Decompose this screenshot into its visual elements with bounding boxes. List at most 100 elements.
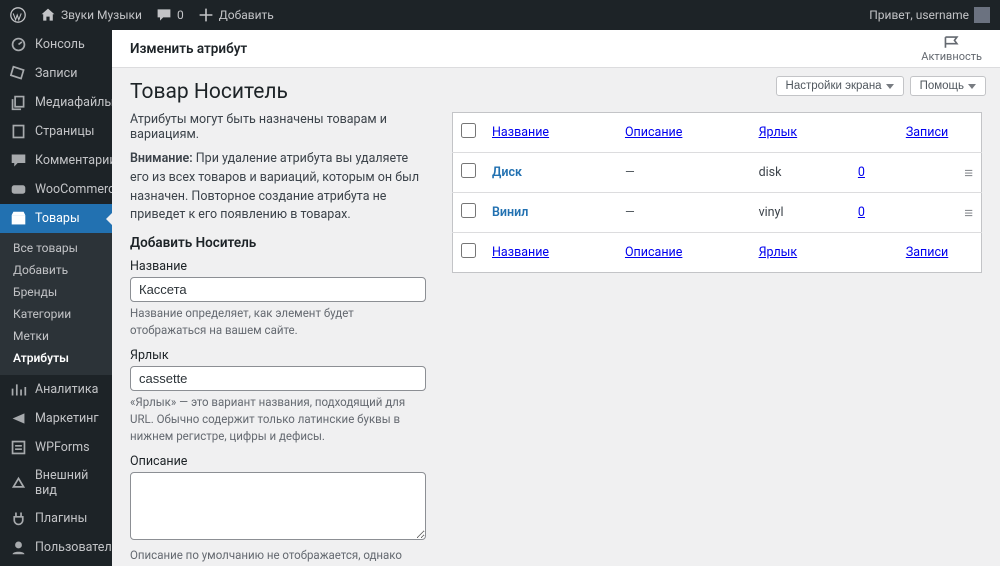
- admin-topbar: Звуки Музыки 0 Добавить Привет, username: [0, 0, 1000, 30]
- sidebar-item-pages[interactable]: Страницы: [0, 117, 112, 146]
- select-all-bottom[interactable]: [461, 243, 476, 258]
- table-row: Винил — vinyl 0 ≡: [453, 193, 982, 233]
- warning-text: Внимание: При удаление атрибута вы удаля…: [130, 150, 426, 225]
- col-name[interactable]: Название: [492, 245, 549, 260]
- avatar: [974, 7, 990, 23]
- slug-input[interactable]: [130, 366, 426, 391]
- col-posts[interactable]: Записи: [906, 125, 948, 140]
- left-column: Атрибуты могут быть назначены товарам и …: [130, 112, 426, 566]
- help-button[interactable]: Помощь: [910, 76, 986, 96]
- page-header-bar: Изменить атрибут Активность: [112, 30, 1000, 68]
- screen-meta-tabs: Настройки экрана Помощь: [776, 76, 986, 96]
- submenu-add[interactable]: Добавить: [0, 259, 112, 281]
- row-name-link[interactable]: Диск: [492, 165, 522, 180]
- home-icon: [40, 7, 56, 23]
- sidebar-item-analytics[interactable]: Аналитика: [0, 375, 112, 404]
- sidebar-item-label: Страницы: [35, 124, 95, 139]
- add-section-title: Добавить Носитель: [130, 235, 426, 251]
- sidebar-item-label: Пользователи: [35, 540, 112, 555]
- site-link[interactable]: Звуки Музыки: [40, 7, 142, 23]
- sidebar-item-comments[interactable]: Комментарии: [0, 146, 112, 175]
- reorder-handle[interactable]: ≡: [956, 193, 981, 233]
- col-posts[interactable]: Записи: [906, 245, 948, 260]
- sidebar-item-products[interactable]: Товары: [0, 204, 112, 233]
- sidebar-item-users[interactable]: Пользователи: [0, 533, 112, 562]
- col-desc[interactable]: Описание: [625, 125, 682, 140]
- screen-options-button[interactable]: Настройки экрана: [776, 76, 904, 96]
- name-input[interactable]: [130, 277, 426, 302]
- sidebar-item-posts[interactable]: Записи: [0, 59, 112, 88]
- sidebar-item-label: WooCommerce: [35, 182, 112, 197]
- page-title: Товар Носитель: [130, 80, 288, 104]
- sidebar-item-marketing[interactable]: Маркетинг: [0, 404, 112, 433]
- admin-sidebar: Консоль Записи Медиафайлы Страницы Комме…: [0, 30, 112, 566]
- account-link[interactable]: Привет, username: [869, 7, 990, 23]
- activity-label: Активность: [921, 51, 982, 62]
- sidebar-item-label: Консоль: [35, 37, 85, 52]
- col-desc[interactable]: Описание: [625, 245, 682, 260]
- submenu-all[interactable]: Все товары: [0, 237, 112, 259]
- page-head-title: Изменить атрибут: [130, 41, 247, 57]
- sidebar-item-label: Товары: [35, 211, 80, 226]
- row-desc: —: [617, 193, 751, 233]
- add-new-label: Добавить: [219, 8, 274, 22]
- name-help: Название определяет, как элемент будет о…: [130, 305, 426, 338]
- desc-label: Описание: [130, 454, 426, 469]
- site-name: Звуки Музыки: [61, 8, 142, 22]
- sidebar-submenu-products: Все товары Добавить Бренды Категории Мет…: [0, 233, 112, 375]
- row-posts-link[interactable]: 0: [858, 205, 865, 220]
- submenu-categories[interactable]: Категории: [0, 303, 112, 325]
- desc-help: Описание по умолчанию не отображается, о…: [130, 547, 426, 566]
- sidebar-item-label: Внешний вид: [35, 468, 102, 498]
- comments-count: 0: [177, 8, 184, 22]
- row-slug: disk: [751, 153, 850, 193]
- terms-table: Название Описание Ярлык Записи Диск —: [452, 112, 982, 273]
- right-column: Название Описание Ярлык Записи Диск —: [452, 112, 982, 566]
- sidebar-item-label: Аналитика: [35, 382, 98, 397]
- row-posts-link[interactable]: 0: [858, 165, 865, 180]
- comments-link[interactable]: 0: [156, 7, 184, 23]
- sidebar-item-wpforms[interactable]: WPForms: [0, 433, 112, 462]
- sidebar-item-media[interactable]: Медиафайлы: [0, 88, 112, 117]
- sidebar-item-label: Комментарии: [35, 153, 112, 168]
- name-label: Название: [130, 259, 426, 274]
- submenu-tags[interactable]: Метки: [0, 325, 112, 347]
- intro-text: Атрибуты могут быть назначены товарам и …: [130, 112, 426, 142]
- desc-textarea[interactable]: [130, 472, 426, 540]
- submenu-brands[interactable]: Бренды: [0, 281, 112, 303]
- wp-logo[interactable]: [10, 7, 26, 23]
- col-slug[interactable]: Ярлык: [759, 125, 798, 140]
- sidebar-item-label: WPForms: [35, 440, 90, 455]
- row-name-link[interactable]: Винил: [492, 205, 528, 220]
- row-checkbox[interactable]: [461, 163, 476, 178]
- sidebar-item-tools[interactable]: Инструменты: [0, 562, 112, 566]
- row-slug: vinyl: [751, 193, 850, 233]
- row-checkbox[interactable]: [461, 203, 476, 218]
- row-desc: —: [617, 153, 751, 193]
- col-slug[interactable]: Ярлык: [759, 245, 798, 260]
- plus-icon: [198, 7, 214, 23]
- sidebar-item-label: Плагины: [35, 511, 87, 526]
- activity-panel[interactable]: Активность: [921, 35, 982, 62]
- col-name[interactable]: Название: [492, 125, 549, 140]
- sidebar-item-plugins[interactable]: Плагины: [0, 504, 112, 533]
- select-all-top[interactable]: [461, 123, 476, 138]
- table-row: Диск — disk 0 ≡: [453, 153, 982, 193]
- sidebar-item-label: Маркетинг: [35, 411, 99, 426]
- slug-label: Ярлык: [130, 348, 426, 363]
- add-new-link[interactable]: Добавить: [198, 7, 274, 23]
- reorder-handle[interactable]: ≡: [956, 153, 981, 193]
- greeting: Привет, username: [869, 8, 969, 22]
- flag-icon: [943, 35, 961, 49]
- sidebar-item-label: Медиафайлы: [35, 95, 112, 110]
- main-content: Изменить атрибут Активность Настройки эк…: [112, 30, 1000, 566]
- chevron-down-icon: [886, 84, 894, 89]
- submenu-attributes[interactable]: Атрибуты: [0, 347, 112, 369]
- slug-help: «Ярлык» — это вариант названия, подходящ…: [130, 394, 426, 444]
- sidebar-item-label: Записи: [35, 66, 77, 81]
- comment-icon: [156, 7, 172, 23]
- sidebar-item-dashboard[interactable]: Консоль: [0, 30, 112, 59]
- sidebar-item-woocommerce[interactable]: WooCommerce: [0, 175, 112, 204]
- chevron-down-icon: [968, 84, 976, 89]
- sidebar-item-appearance[interactable]: Внешний вид: [0, 462, 112, 504]
